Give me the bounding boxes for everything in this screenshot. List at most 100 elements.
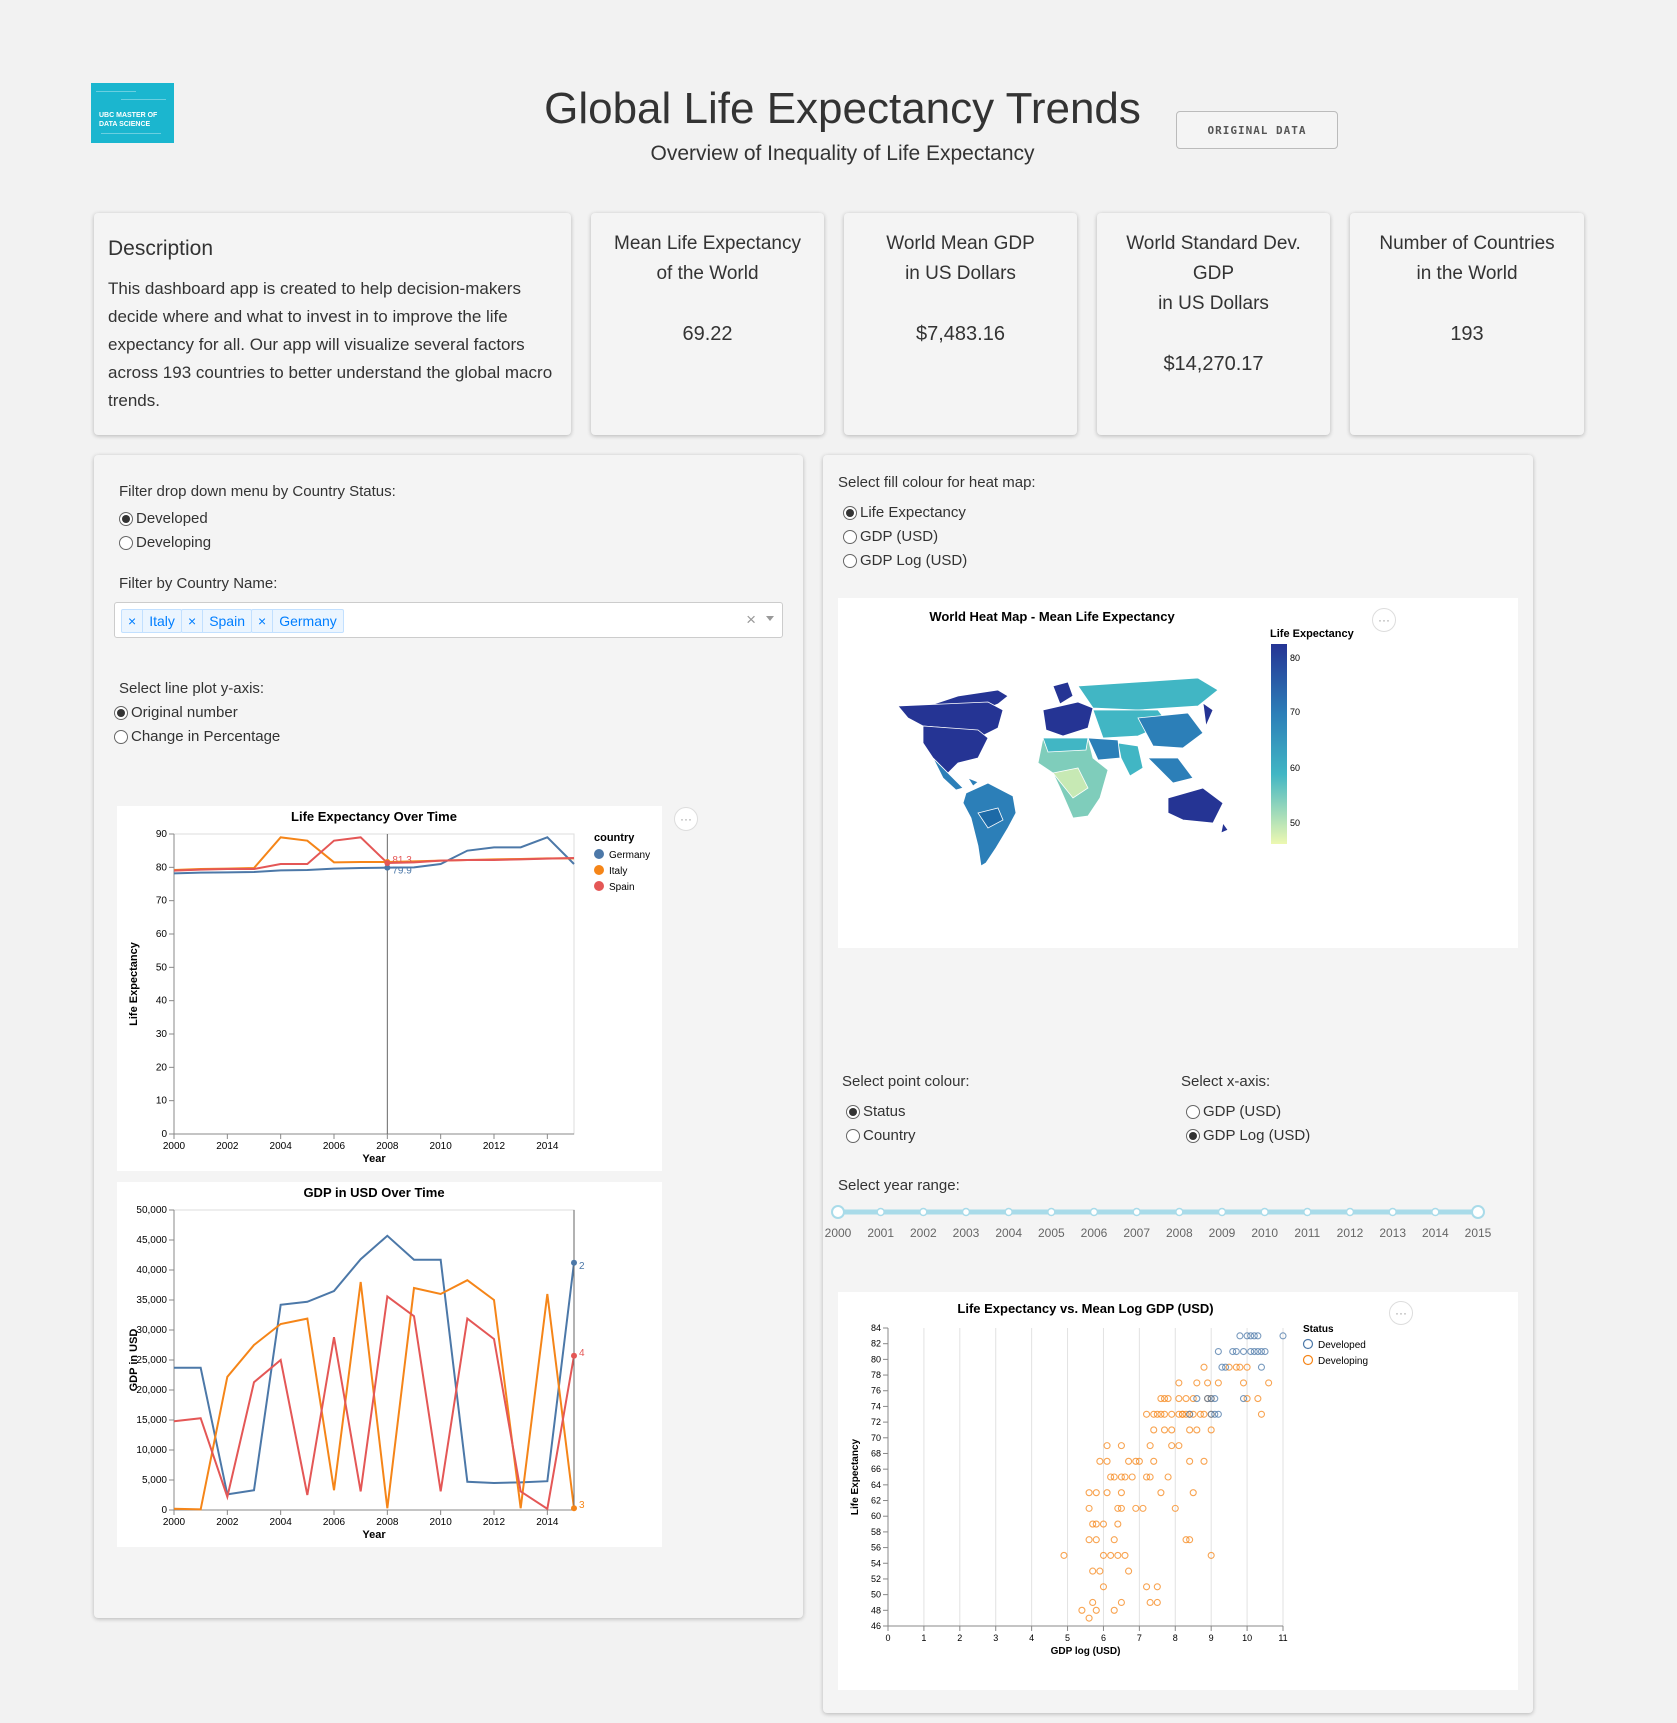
remove-tag-icon[interactable]: × [182,610,204,632]
original-data-button[interactable]: ORIGINAL DATA [1176,111,1338,149]
clear-icon[interactable]: × [746,610,756,630]
description-card: Description This dashboard app is create… [94,213,571,435]
radio-xaxis-gdp[interactable]: GDP (USD) [1186,1103,1281,1120]
y-tick-label: 0 [161,1129,167,1140]
scatter-point-developing [1060,1551,1068,1559]
scatter-point-developing [1092,1520,1100,1528]
scatter-point-developed [1186,1410,1194,1418]
scatter-point-developing [1117,1489,1125,1497]
radio-change-percentage[interactable]: Change in Percentage [114,728,280,745]
scatter-point-developing [1096,1457,1104,1465]
tag-spain[interactable]: × Spain [181,609,252,633]
country-india[interactable] [1117,742,1144,777]
scatter-actions-icon[interactable]: ··· [1389,1301,1413,1325]
slider-mark-label: 2010 [1251,1226,1278,1240]
tag-germany[interactable]: × Germany [251,609,344,633]
world-map-countries[interactable] [897,677,1229,867]
radio-life-expectancy[interactable]: Life Expectancy [843,504,966,521]
scatter-point-developing [1132,1504,1140,1512]
scatter-point-developing [1265,1379,1273,1387]
radio-button[interactable] [843,529,857,544]
scatter-point-developing [1121,1473,1129,1481]
country-scandinavia[interactable] [1052,681,1074,705]
radio-gdp[interactable]: GDP (USD) [843,528,938,545]
xaxis-label: Select x-axis: [1181,1073,1271,1090]
chart-title: Life Expectancy Over Time [291,809,457,824]
radio-button[interactable] [843,505,857,520]
y-tick-label: 80 [871,1354,881,1364]
x-axis-title: Year [362,1529,386,1541]
radio-button[interactable] [843,553,857,568]
country-china[interactable] [1137,712,1204,749]
scatter-point-developing [1175,1379,1183,1387]
y-tick-label: 60 [871,1511,881,1521]
radio-gdp-log[interactable]: GDP Log (USD) [843,552,967,569]
radio-label: Developing [136,534,212,551]
radio-developed[interactable]: Developed [119,510,208,527]
tag-italy[interactable]: × Italy [121,609,182,633]
tag-label: Spain [209,613,245,629]
y-tick-label: 76 [871,1386,881,1396]
map-legend-tick: 70 [1290,707,1300,717]
country-shape[interactable] [967,777,979,787]
scatter-point-developing [1164,1473,1172,1481]
legend-swatch [594,865,604,875]
chevron-down-icon[interactable] [766,616,774,621]
radio-country[interactable]: Country [846,1127,916,1144]
stat-label: World Mean GDP [886,233,1035,254]
x-tick-label: 2004 [270,1517,293,1528]
country-usa[interactable] [922,725,989,774]
hover-value-label: 4 [579,1348,585,1359]
country-europe[interactable] [1042,701,1094,737]
remove-tag-icon[interactable]: × [122,610,144,632]
slider-handle-end[interactable] [1471,1205,1485,1219]
y-tick-label: 15,000 [136,1415,167,1426]
x-tick-label: 2006 [323,1517,346,1528]
scatter-point-developing [1092,1536,1100,1544]
map-legend-tick: 50 [1290,818,1300,828]
stat-label: Number of Countries [1379,233,1555,254]
radio-button[interactable] [119,511,133,526]
scatter-point-developing [1182,1395,1190,1403]
slider-mark-label: 2009 [1209,1226,1236,1240]
radio-xaxis-gdp-log[interactable]: GDP Log (USD) [1186,1127,1310,1144]
slider-dot [1303,1207,1312,1217]
radio-button[interactable] [114,729,128,744]
country-north-africa[interactable] [1042,737,1089,753]
slider-handle-start[interactable] [831,1205,845,1219]
map-actions-icon[interactable]: ··· [1372,608,1396,632]
scatter-point-developing [1092,1606,1100,1614]
hover-value-label: 79.9 [392,866,412,877]
point-colour-label: Select point colour: [842,1073,970,1090]
tag-label: Germany [279,613,337,629]
scatter-point-developing [1200,1363,1208,1371]
slider-svg[interactable]: 2000 2001 2002 2003 2004 2005 2006 2007 2008 2009… [818,1200,1520,1250]
y-tick-label: 78 [871,1370,881,1380]
tag-label: Italy [149,613,175,629]
scatter-legend-title: Status [1303,1324,1334,1335]
y-axis-title: Life Expectancy [850,1438,861,1515]
scatter-point-developed [1193,1395,1201,1403]
radio-button[interactable] [114,705,128,720]
country-australia[interactable] [1167,787,1224,824]
country-new-zealand[interactable] [1220,822,1229,834]
radio-label: Developed [136,510,208,527]
radio-button[interactable] [846,1128,860,1143]
radio-button[interactable] [1186,1104,1200,1119]
radio-status[interactable]: Status [846,1103,906,1120]
chart-actions-icon[interactable]: ··· [674,807,698,831]
country-russia[interactable] [1077,677,1219,711]
year-range-slider[interactable]: 2000 2001 2002 2003 2004 2005 2006 2007 2008 2009… [818,1200,1520,1250]
country-southeast-asia[interactable] [1147,757,1194,784]
radio-developing[interactable]: Developing [119,534,211,551]
radio-button[interactable] [119,535,133,550]
x-tick-label: 2 [957,1633,962,1643]
radio-button[interactable] [1186,1128,1200,1143]
radio-original-number[interactable]: Original number [114,704,238,721]
map-title: World Heat Map - Mean Life Expectancy [929,609,1175,624]
remove-tag-icon[interactable]: × [252,610,274,632]
country-multiselect[interactable]: × Italy × Spain × Germany × [114,602,783,638]
scatter-point-developing [1204,1379,1212,1387]
country-japan[interactable] [1202,702,1214,728]
radio-button[interactable] [846,1104,860,1119]
